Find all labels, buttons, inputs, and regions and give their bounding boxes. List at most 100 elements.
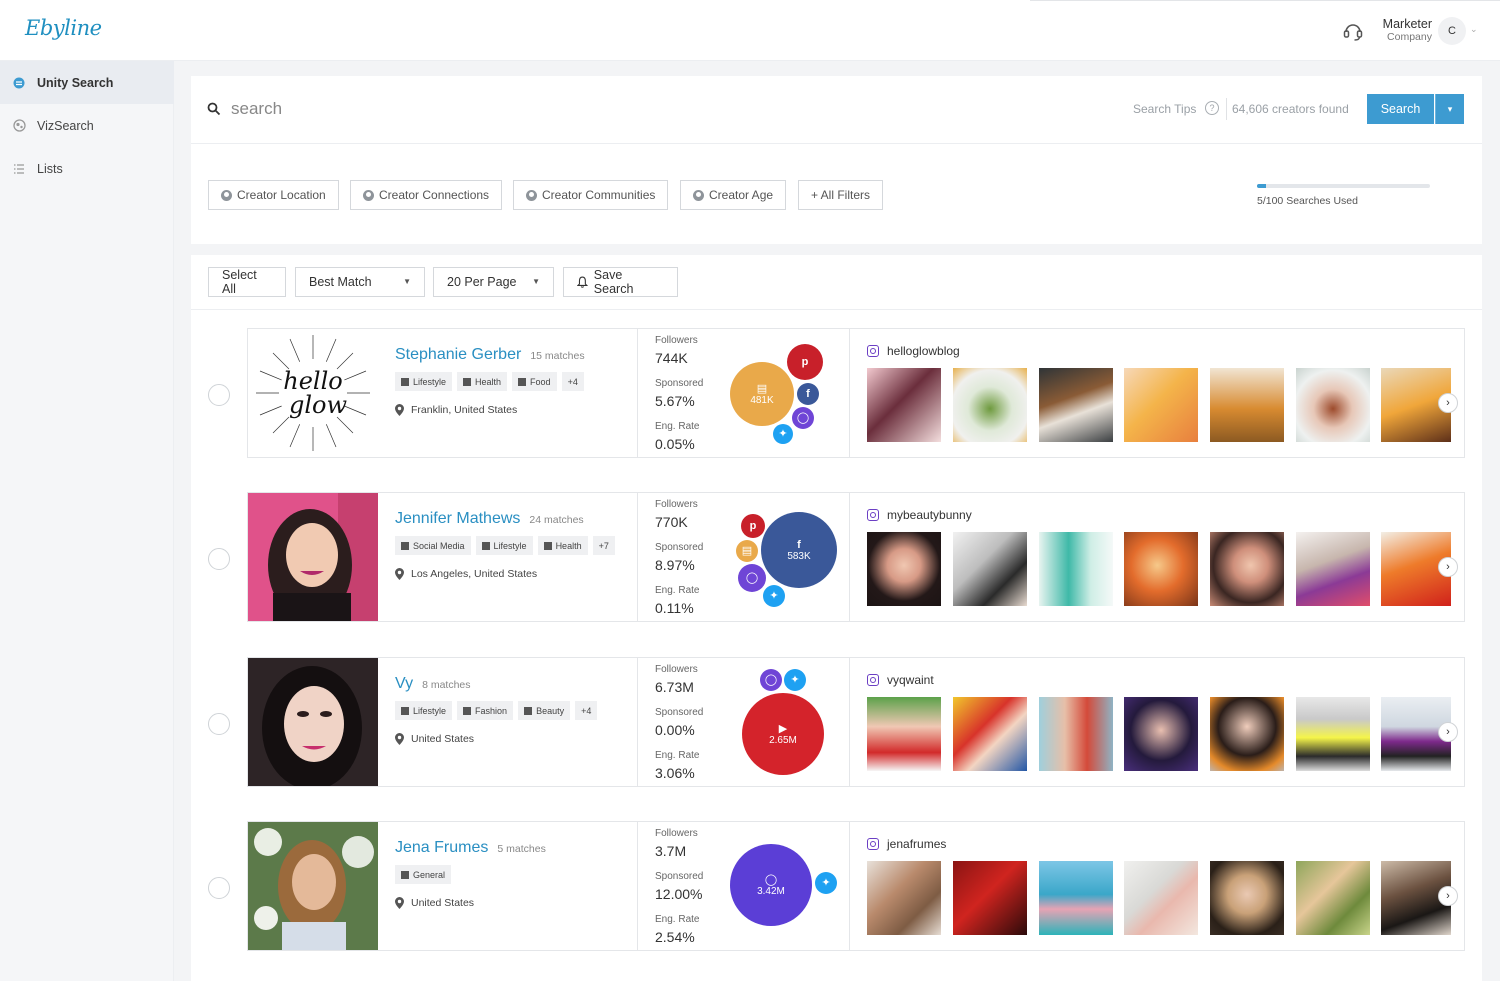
search-tips-link[interactable]: Search Tips: [1133, 102, 1196, 116]
blog-bubble[interactable]: ▤: [736, 540, 758, 562]
next-posts-button[interactable]: ›: [1438, 557, 1458, 577]
filter-creator-connections[interactable]: Creator Connections: [350, 180, 503, 210]
select-all-button[interactable]: Select All: [208, 267, 286, 297]
post-thumbnail[interactable]: [1124, 532, 1198, 606]
pinterest-bubble[interactable]: p: [787, 344, 823, 380]
search-options-dropdown[interactable]: ▾: [1435, 94, 1464, 124]
sidebar-item-unity-search[interactable]: Unity Search: [0, 61, 174, 104]
post-thumbnail[interactable]: [953, 532, 1027, 606]
user-block[interactable]: Marketer Company: [1378, 17, 1432, 44]
post-thumbnail[interactable]: [1210, 861, 1284, 935]
youtube-bubble[interactable]: ▶ 2.65M: [742, 693, 824, 775]
creator-card[interactable]: Vy 8 matches Lifestyle Fashion Beauty +4…: [247, 657, 1465, 787]
chevron-down-icon[interactable]: ⌄: [1470, 24, 1478, 35]
next-posts-button[interactable]: ›: [1438, 722, 1458, 742]
creator-card[interactable]: Jena Frumes 5 matches General United Sta…: [247, 821, 1465, 951]
search-input[interactable]: [231, 95, 931, 123]
post-thumbnail[interactable]: [953, 697, 1027, 771]
post-thumbnail[interactable]: [953, 861, 1027, 935]
creator-name[interactable]: Jena Frumes: [395, 839, 488, 857]
instagram-bubble[interactable]: ◯: [792, 407, 814, 429]
tag-more[interactable]: +7: [592, 536, 615, 555]
post-thumbnail[interactable]: [1210, 532, 1284, 606]
app-logo[interactable]: Ebyline: [25, 16, 102, 40]
instagram-bubble[interactable]: ◯ 3.42M: [730, 844, 812, 926]
pinterest-bubble[interactable]: p: [741, 514, 765, 538]
twitter-bubble[interactable]: ✦: [784, 669, 806, 691]
twitter-bubble[interactable]: ✦: [773, 424, 793, 444]
select-creator-radio[interactable]: [208, 548, 230, 570]
creator-name[interactable]: Jennifer Mathews: [395, 510, 520, 528]
help-icon[interactable]: ?: [1205, 101, 1219, 115]
creator-name[interactable]: Stephanie Gerber: [395, 346, 521, 364]
select-creator-radio[interactable]: [208, 877, 230, 899]
caret-down-icon: ▼: [532, 277, 540, 286]
instagram-handle[interactable]: vyqwaint: [867, 673, 934, 687]
tag-more[interactable]: +4: [575, 701, 598, 720]
post-thumbnail[interactable]: [867, 532, 941, 606]
post-thumbnail[interactable]: [1124, 368, 1198, 442]
post-thumbnail[interactable]: [1296, 697, 1370, 771]
filter-creator-communities[interactable]: Creator Communities: [513, 180, 669, 210]
filter-creator-location[interactable]: Creator Location: [208, 180, 339, 210]
post-thumbnail[interactable]: [1039, 532, 1113, 606]
post-thumbnail[interactable]: [867, 697, 941, 771]
audience-bubbles: ▤ 481K p f ◯ ✦: [718, 329, 848, 457]
viz-icon: [12, 119, 26, 133]
post-thumbnail[interactable]: [1296, 532, 1370, 606]
post-thumbnail[interactable]: [1039, 697, 1113, 771]
instagram-handle[interactable]: helloglowblog: [867, 344, 960, 358]
post-thumbnail[interactable]: [1039, 861, 1113, 935]
post-thumbnail[interactable]: [867, 368, 941, 442]
filter-label: + All Filters: [811, 188, 871, 202]
all-filters-button[interactable]: + All Filters: [798, 180, 884, 210]
instagram-icon: ◯: [764, 674, 778, 686]
creator-photo[interactable]: [248, 822, 378, 950]
post-thumbnail[interactable]: [1210, 368, 1284, 442]
twitter-icon: ✦: [778, 428, 788, 440]
user-icon: [221, 189, 232, 201]
twitter-bubble[interactable]: ✦: [763, 585, 785, 607]
sort-dropdown[interactable]: Best Match ▼: [295, 267, 425, 297]
handle-text: helloglowblog: [887, 344, 960, 358]
creator-photo[interactable]: [248, 658, 378, 786]
creator-name[interactable]: Vy: [395, 675, 413, 693]
avatar[interactable]: C: [1438, 17, 1466, 45]
creator-photo[interactable]: [248, 493, 378, 621]
per-page-dropdown[interactable]: 20 Per Page ▼: [433, 267, 554, 297]
save-search-button[interactable]: Save Search: [563, 267, 678, 297]
tag-more[interactable]: +4: [561, 372, 584, 391]
next-posts-button[interactable]: ›: [1438, 393, 1458, 413]
divider: [849, 822, 850, 950]
select-creator-radio[interactable]: [208, 713, 230, 735]
post-thumbnail[interactable]: [1124, 697, 1198, 771]
divider: [637, 658, 638, 786]
post-thumbnail[interactable]: [1210, 697, 1284, 771]
filter-creator-age[interactable]: Creator Age: [680, 180, 787, 210]
instagram-bubble[interactable]: ◯: [738, 564, 766, 592]
top-line: [1030, 0, 1500, 1]
sidebar-item-vizsearch[interactable]: VizSearch: [0, 104, 174, 147]
instagram-handle[interactable]: mybeautybunny: [867, 508, 972, 522]
creator-photo[interactable]: hello glow: [248, 329, 378, 457]
select-creator-radio[interactable]: [208, 384, 230, 406]
creator-card[interactable]: hello glow Stephanie Gerber 15 matches L…: [247, 328, 1465, 458]
sidebar-item-lists[interactable]: Lists: [0, 147, 174, 190]
tag-label: General: [413, 869, 446, 880]
instagram-handle[interactable]: jenafrumes: [867, 837, 946, 851]
post-thumbnail[interactable]: [1296, 368, 1370, 442]
instagram-bubble[interactable]: ◯: [760, 669, 782, 691]
facebook-bubble[interactable]: f: [797, 383, 819, 405]
facebook-bubble[interactable]: f 583K: [761, 512, 837, 588]
post-thumbnail[interactable]: [1039, 368, 1113, 442]
headset-icon[interactable]: [1342, 20, 1364, 42]
post-thumbnail[interactable]: [1296, 861, 1370, 935]
post-thumbnail[interactable]: [953, 368, 1027, 442]
search-button[interactable]: Search: [1367, 94, 1434, 124]
creator-card[interactable]: Jennifer Mathews 24 matches Social Media…: [247, 492, 1465, 622]
twitter-bubble[interactable]: ✦: [815, 872, 837, 894]
post-thumbnail[interactable]: [1124, 861, 1198, 935]
next-posts-button[interactable]: ›: [1438, 886, 1458, 906]
blog-bubble[interactable]: ▤ 481K: [730, 362, 794, 426]
post-thumbnail[interactable]: [867, 861, 941, 935]
